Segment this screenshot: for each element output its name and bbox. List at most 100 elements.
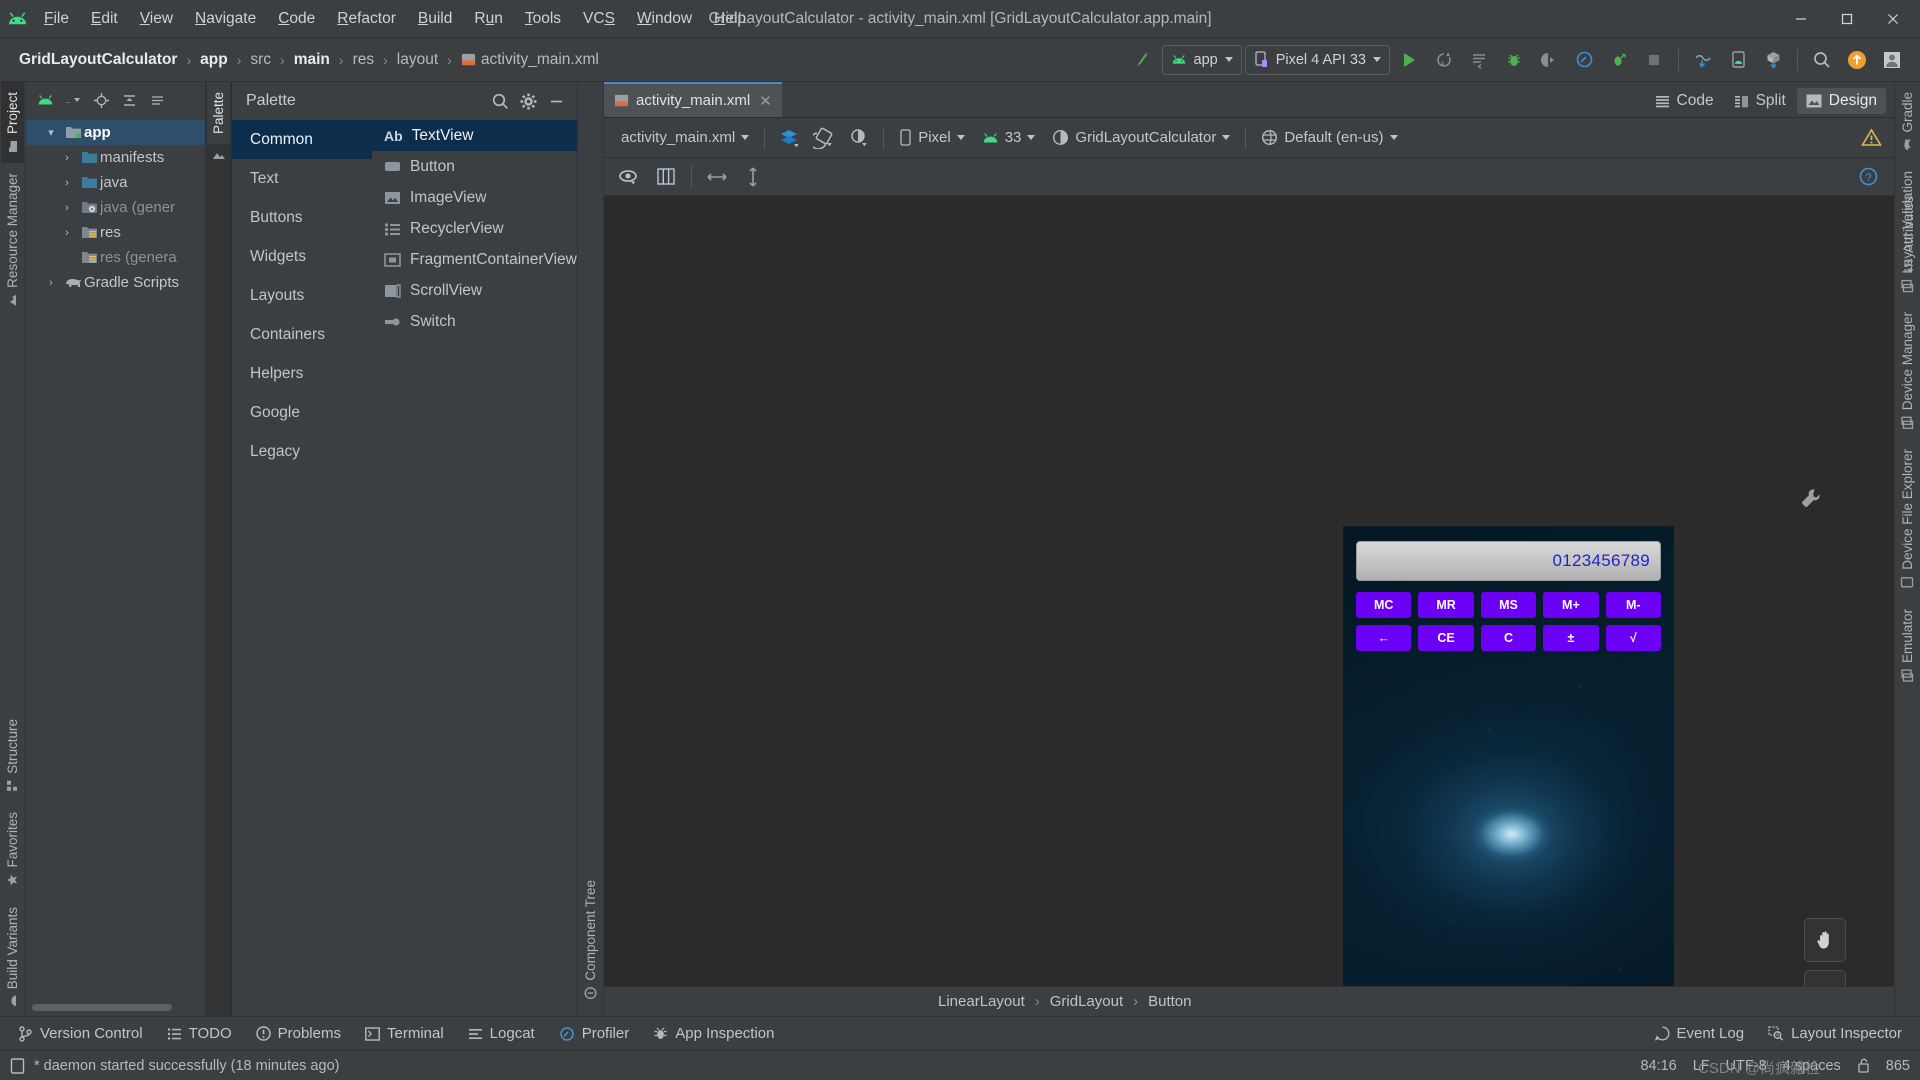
tree-node-res[interactable]: › res bbox=[26, 220, 205, 245]
calc-button-ce[interactable]: CE bbox=[1418, 625, 1474, 651]
stop-button[interactable] bbox=[1638, 44, 1670, 76]
tab-split[interactable]: Split bbox=[1725, 88, 1795, 114]
memory-indicator[interactable]: 865 bbox=[1886, 1058, 1910, 1074]
design-file-selector[interactable]: activity_main.xml bbox=[614, 126, 756, 149]
orientation-button[interactable] bbox=[808, 122, 840, 154]
theme-selector[interactable]: GridLayoutCalculator bbox=[1045, 126, 1237, 149]
run-button[interactable] bbox=[1393, 44, 1425, 76]
line-separator[interactable]: LF bbox=[1693, 1058, 1710, 1074]
chevron-down-icon[interactable]: ▾ bbox=[40, 126, 62, 139]
sidebar-item-build-variants[interactable]: Build Variants bbox=[1, 897, 24, 1016]
minimize-button[interactable] bbox=[1778, 1, 1824, 37]
hide-panel-icon[interactable] bbox=[144, 87, 170, 113]
tree-node-manifests[interactable]: › manifests bbox=[26, 145, 205, 170]
breadcrumb[interactable]: GridLayoutCalculator › app › src › main … bbox=[14, 49, 604, 71]
tool-window-todo[interactable]: TODO bbox=[157, 1021, 242, 1046]
palette-item-recyclerview[interactable]: RecyclerView bbox=[372, 213, 577, 244]
hand-icon[interactable] bbox=[1805, 919, 1845, 961]
update-button[interactable] bbox=[1841, 44, 1873, 76]
chevron-right-icon[interactable]: › bbox=[56, 177, 78, 189]
calc-button-m-minus[interactable]: M- bbox=[1605, 592, 1661, 618]
debug-button[interactable] bbox=[1498, 44, 1530, 76]
calc-button-m-plus[interactable]: M+ bbox=[1543, 592, 1599, 618]
menu-help[interactable]: Help bbox=[704, 7, 756, 31]
palette-category-legacy[interactable]: Legacy bbox=[232, 432, 372, 471]
gear-icon[interactable] bbox=[515, 88, 541, 114]
menu-window[interactable]: Window bbox=[627, 7, 702, 31]
sidebar-item-favorites[interactable]: Favorites bbox=[1, 802, 24, 897]
help-icon[interactable]: ? bbox=[1852, 161, 1884, 193]
palette-item-switch[interactable]: Switch bbox=[372, 306, 577, 337]
minimize-palette-icon[interactable] bbox=[543, 88, 569, 114]
eye-icon[interactable] bbox=[614, 161, 646, 193]
tool-window-event-log[interactable]: Event Log bbox=[1645, 1021, 1755, 1046]
tree-node-gradle-scripts[interactable]: › Gradle Scripts bbox=[26, 270, 205, 295]
chevron-right-icon[interactable]: › bbox=[56, 227, 78, 239]
palette-items[interactable]: Ab TextView Button ImageView RecyclerVie… bbox=[372, 120, 577, 1016]
palette-category-text[interactable]: Text bbox=[232, 159, 372, 198]
indent-setting[interactable]: 4 spaces bbox=[1783, 1058, 1841, 1074]
maximize-button[interactable] bbox=[1824, 1, 1870, 37]
component-breadcrumb-button[interactable]: Button bbox=[1144, 992, 1195, 1011]
unlocked-icon[interactable] bbox=[1857, 1058, 1870, 1073]
warning-indicator[interactable] bbox=[1861, 128, 1886, 147]
calc-button-c[interactable]: C bbox=[1480, 625, 1537, 651]
menu-file[interactable]: FFileile bbox=[34, 7, 79, 31]
calc-button-ms[interactable]: MS bbox=[1480, 592, 1537, 618]
design-surface[interactable]: 0123456789 MC MR MS M+ M- ← CE C ± √ bbox=[604, 196, 1894, 986]
breadcrumb-src[interactable]: src bbox=[245, 49, 276, 71]
tab-design[interactable]: Design bbox=[1796, 88, 1886, 114]
tool-window-problems[interactable]: Problems bbox=[246, 1021, 351, 1046]
render-wrench-icon[interactable] bbox=[1799, 486, 1823, 510]
search-icon[interactable] bbox=[487, 88, 513, 114]
menu-run[interactable]: Run bbox=[464, 7, 512, 31]
menu-tools[interactable]: Tools bbox=[515, 7, 571, 31]
menu-bar[interactable]: FFileile Edit View Navigate Code Refacto… bbox=[34, 7, 756, 31]
component-breadcrumb[interactable]: LinearLayout › GridLayout › Button bbox=[604, 986, 1894, 1016]
locale-selector[interactable]: Default (en-us) bbox=[1254, 126, 1404, 149]
device-preview-selector[interactable]: Pixel bbox=[892, 126, 972, 149]
android-view-selector[interactable] bbox=[32, 87, 58, 113]
sidebar-item-structure[interactable]: Structure bbox=[1, 709, 24, 802]
apply-changes-button[interactable]: A bbox=[1428, 44, 1460, 76]
tool-window-terminal[interactable]: Terminal bbox=[355, 1021, 454, 1046]
sdk-manager-button[interactable] bbox=[1687, 44, 1719, 76]
tree-node-java-generated[interactable]: › java (gener bbox=[26, 195, 205, 220]
palette-category-google[interactable]: Google bbox=[232, 393, 372, 432]
horizontal-resize-icon[interactable] bbox=[701, 161, 733, 193]
tool-window-layout-inspector[interactable]: Layout Inspector bbox=[1758, 1021, 1912, 1046]
menu-build[interactable]: Build bbox=[408, 7, 462, 31]
menu-edit[interactable]: Edit bbox=[81, 7, 128, 31]
sidebar-item-resource-manager[interactable]: Resource Manager bbox=[1, 163, 24, 317]
palette-category-layouts[interactable]: Layouts bbox=[232, 276, 372, 315]
tree-node-res-generated[interactable]: res (genera bbox=[26, 245, 205, 270]
profiler-button[interactable] bbox=[1568, 44, 1600, 76]
menu-refactor[interactable]: Refactor bbox=[327, 7, 406, 31]
tool-window-app-inspection[interactable]: App Inspection bbox=[643, 1021, 784, 1046]
calc-button-sqrt[interactable]: √ bbox=[1605, 625, 1661, 651]
menu-view[interactable]: View bbox=[130, 7, 183, 31]
palette-category-buttons[interactable]: Buttons bbox=[232, 198, 372, 237]
breadcrumb-main[interactable]: main bbox=[289, 49, 335, 71]
component-breadcrumb-linearlayout[interactable]: LinearLayout bbox=[934, 992, 1029, 1011]
account-button[interactable] bbox=[1876, 44, 1908, 76]
palette-category-widgets[interactable]: Widgets bbox=[232, 237, 372, 276]
vertical-resize-icon[interactable] bbox=[737, 161, 769, 193]
project-tree[interactable]: ▾ app › manifests › java › java (gener ›… bbox=[26, 118, 205, 1004]
palette-item-imageview[interactable]: ImageView bbox=[372, 182, 577, 213]
tree-node-app[interactable]: ▾ app bbox=[26, 120, 205, 145]
chevron-right-icon[interactable]: › bbox=[40, 277, 62, 289]
view-options-chevron-icon[interactable]: .. bbox=[60, 87, 86, 113]
palette-item-fragmentcontainerview[interactable]: FragmentContainerView bbox=[372, 244, 577, 275]
device-selector[interactable]: Pixel 4 API 33 bbox=[1244, 44, 1390, 75]
palette-item-button[interactable]: Button bbox=[372, 151, 577, 182]
module-config-selector[interactable]: app bbox=[1161, 44, 1242, 75]
sidebar-item-component-tree[interactable]: Component Tree bbox=[579, 870, 602, 1010]
sidebar-item-gradle[interactable]: Gradle bbox=[1896, 82, 1919, 161]
calc-button-mr[interactable]: MR bbox=[1418, 592, 1474, 618]
menu-navigate[interactable]: Navigate bbox=[185, 7, 266, 31]
palette-category-helpers[interactable]: Helpers bbox=[232, 354, 372, 393]
sidebar-item-device-manager[interactable]: Device Manager bbox=[1896, 302, 1919, 439]
apply-code-changes-button[interactable] bbox=[1463, 44, 1495, 76]
tool-window-logcat[interactable]: Logcat bbox=[458, 1021, 545, 1046]
